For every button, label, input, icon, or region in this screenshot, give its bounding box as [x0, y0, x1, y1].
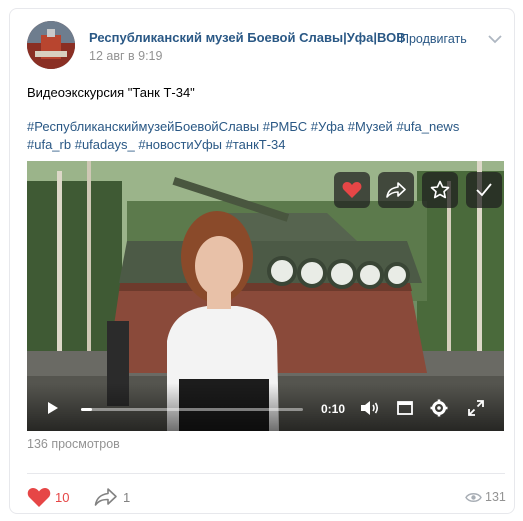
hashtag-link[interactable]: #ufa_news: [396, 119, 459, 134]
video-player[interactable]: 0:10: [27, 161, 504, 431]
heart-icon: [342, 182, 362, 198]
author-name[interactable]: Республиканский музей Боевой Славы|Уфа|В…: [89, 30, 406, 45]
hashtag-link[interactable]: #РеспубликанскиймузейБоевойСлавы: [27, 119, 259, 134]
view-count: 131: [485, 490, 506, 504]
hashtag-link[interactable]: #новостиУфы: [138, 137, 222, 152]
post-date[interactable]: 12 авг в 9:19: [89, 49, 162, 63]
miniplayer-icon[interactable]: [397, 401, 413, 415]
promote-button[interactable]: Продвигать: [400, 32, 467, 46]
divider: [27, 473, 505, 474]
chevron-down-icon[interactable]: [488, 35, 502, 44]
hashtags: #РеспубликанскиймузейБоевойСлавы #РМБС #…: [27, 118, 507, 154]
hashtag-link[interactable]: #Музей: [348, 119, 393, 134]
eye-icon: [465, 493, 482, 502]
favorite-video-button[interactable]: [422, 172, 458, 208]
play-icon[interactable]: [47, 401, 59, 415]
star-icon: [430, 180, 450, 199]
hashtag-link[interactable]: #танкТ-34: [226, 137, 286, 152]
share-icon: [386, 182, 406, 198]
share-icon[interactable]: [94, 486, 118, 508]
share-count[interactable]: 1: [123, 490, 130, 505]
added-video-button[interactable]: [466, 172, 502, 208]
video-controls: 0:10: [27, 383, 504, 431]
share-video-button[interactable]: [378, 172, 414, 208]
hashtag-link[interactable]: #РМБС: [263, 119, 307, 134]
progress-bar[interactable]: [81, 408, 303, 411]
like-count[interactable]: 10: [55, 490, 69, 505]
video-views: 136 просмотров: [27, 437, 120, 451]
hashtag-link[interactable]: #ufadays_: [75, 137, 135, 152]
post-card: Республиканский музей Боевой Славы|Уфа|В…: [9, 8, 515, 514]
volume-icon[interactable]: [360, 400, 380, 416]
progress-fill: [81, 408, 93, 411]
post-title: Видеоэкскурсия "Танк Т-34": [27, 85, 195, 100]
fullscreen-icon[interactable]: [468, 400, 484, 416]
time-display: 0:10: [321, 402, 346, 416]
hashtag-link[interactable]: #Уфа: [311, 119, 344, 134]
like-video-button[interactable]: [334, 172, 370, 208]
avatar[interactable]: [27, 21, 75, 69]
hashtag-link[interactable]: #ufa_rb: [27, 137, 71, 152]
heart-icon[interactable]: [27, 486, 51, 508]
check-icon: [476, 183, 492, 197]
settings-icon[interactable]: [430, 399, 448, 417]
